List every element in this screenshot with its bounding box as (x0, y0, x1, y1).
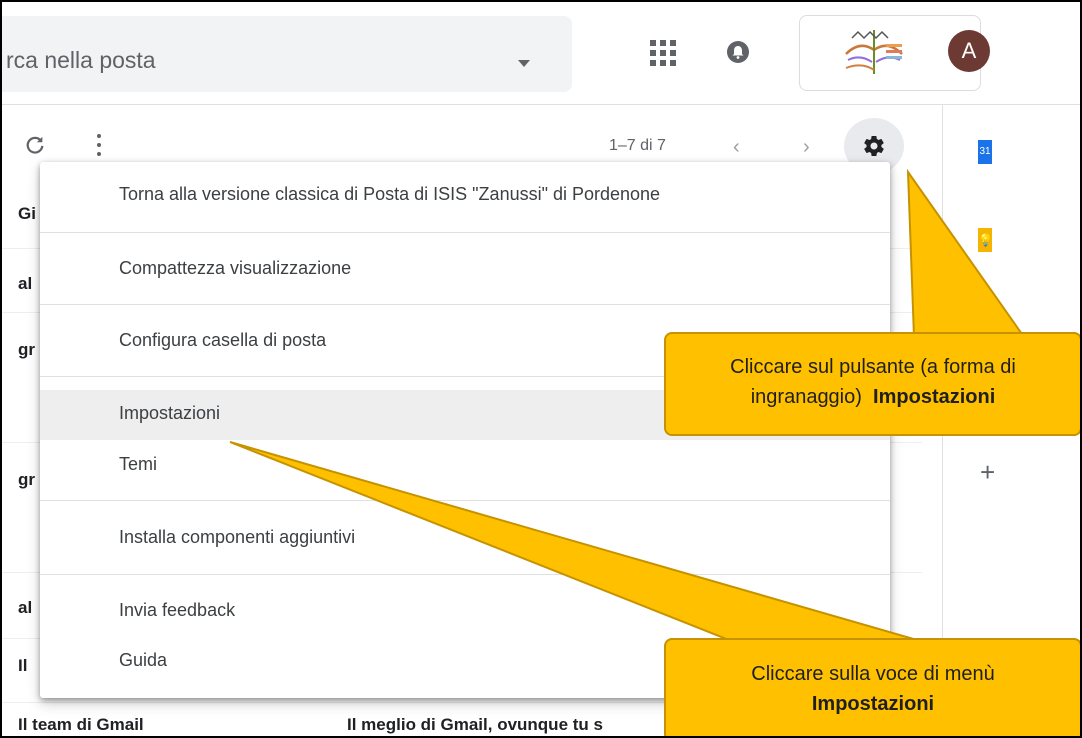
menu-callout-pointer (229, 441, 925, 643)
gear-callout-line2: ingranaggio) Impostazioni (666, 382, 1080, 412)
gear-callout-pointer (906, 168, 1026, 338)
gear-callout-text: ingranaggio) (750, 386, 862, 408)
gear-callout: Cliccare sul pulsante (a forma di ingran… (664, 332, 1080, 436)
screenshot-frame: rca nella posta A 1–7 di 7 ‹ › 31 💡 + Gi… (0, 0, 1082, 738)
menu-callout: Cliccare sulla voce di menù Impostazioni (664, 638, 1080, 736)
menu-callout-line1: Cliccare sulla voce di menù (751, 663, 995, 685)
menu-callout-bold: Impostazioni (811, 693, 935, 715)
menu-callout-line2: Impostazioni (666, 689, 1080, 719)
gear-callout-line1: Cliccare sul pulsante (a forma di (730, 356, 1016, 378)
gear-callout-bold: Impostazioni (873, 386, 996, 408)
